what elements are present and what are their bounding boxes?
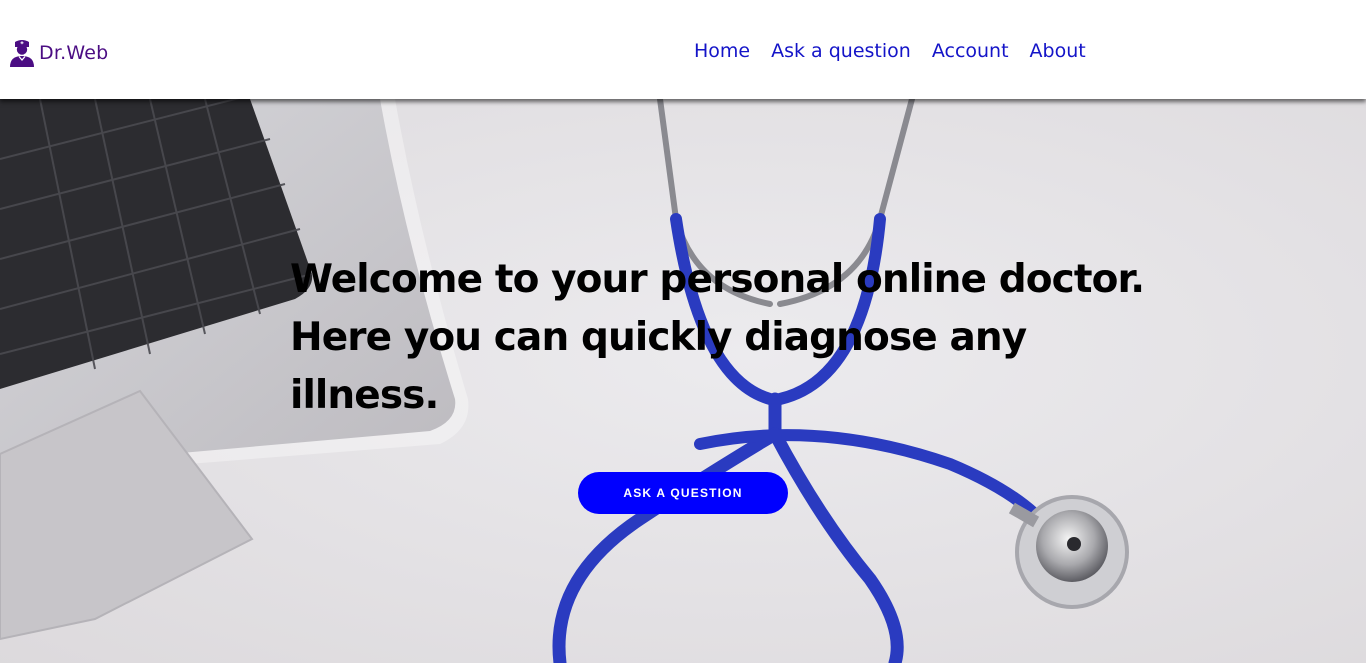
ask-question-button[interactable]: ASK A QUESTION [578,472,788,514]
nav-link-ask-question[interactable]: Ask a question [771,40,911,62]
main-nav: Home Ask a question Account About [694,40,1086,62]
nav-link-account[interactable]: Account [932,40,1009,62]
hero-heading-line: Here you can quickly diagnose any [290,315,1027,360]
hero-heading: Welcome to your personal online doctor. … [290,251,1145,425]
brand-logo-link[interactable]: Dr.Web [9,38,108,68]
site-header: Dr.Web Home Ask a question Account About [0,0,1366,99]
doctor-user-icon [10,40,34,67]
brand-name: Dr.Web [39,42,109,64]
hero-heading-line: Welcome to your personal online doctor. [290,257,1145,302]
hero-section: Welcome to your personal online doctor. … [0,99,1366,663]
nav-link-home[interactable]: Home [694,40,750,62]
hero-heading-line: illness. [290,373,439,418]
nav-link-about[interactable]: About [1030,40,1086,62]
